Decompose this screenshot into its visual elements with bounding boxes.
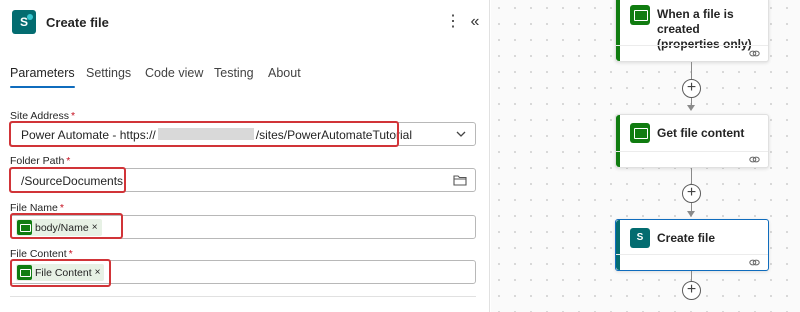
link-icon (749, 50, 760, 57)
flow-card-trigger[interactable]: When a file is created (properties only) (615, 0, 769, 62)
site-address-value: Power Automate - https:///sites/PowerAut… (21, 128, 413, 142)
folder-path-label: Folder Path * (10, 155, 71, 167)
folder-path-input[interactable]: /SourceDocuments (10, 168, 476, 192)
file-content-label: File Content * (10, 248, 73, 260)
add-step-button[interactable]: + (682, 184, 701, 203)
sharepoint-token-icon (17, 265, 32, 280)
token-label: body/Name (35, 221, 89, 234)
sharepoint-action-icon (630, 123, 650, 143)
tab-testing[interactable]: Testing (214, 64, 254, 88)
flow-card-get-file-content[interactable]: Get file content (615, 114, 769, 168)
tab-settings[interactable]: Settings (86, 64, 131, 88)
redacted-tenant (157, 128, 254, 140)
tab-code-view[interactable]: Code view (145, 64, 203, 88)
card-footer (616, 151, 768, 167)
file-content-input[interactable]: File Content × (10, 260, 476, 284)
site-address-dropdown[interactable]: Power Automate - https:///sites/PowerAut… (10, 122, 476, 146)
card-footer (616, 254, 768, 270)
site-address-label: Site Address * (10, 110, 76, 122)
link-icon (749, 259, 760, 266)
sharepoint-icon: S (12, 10, 36, 34)
flow-canvas[interactable]: When a file is created (properties only)… (491, 0, 800, 312)
dynamic-content-token[interactable]: File Content × (16, 264, 105, 281)
token-remove-icon[interactable]: × (95, 267, 101, 278)
card-title: Get file content (657, 126, 745, 140)
collapse-panel-icon[interactable]: « (467, 12, 483, 32)
tab-parameters[interactable]: Parameters (10, 64, 75, 88)
tab-bar: Parameters Settings Code view Testing Ab… (0, 64, 490, 90)
sharepoint-icon: S (630, 228, 650, 248)
file-name-input[interactable]: body/Name × (10, 215, 476, 239)
add-step-button[interactable]: + (682, 281, 701, 300)
card-footer (616, 45, 768, 61)
sharepoint-trigger-icon (630, 5, 650, 25)
arrow-down-icon (687, 211, 695, 217)
token-remove-icon[interactable]: × (92, 222, 98, 233)
flow-card-create-file[interactable]: S Create file (615, 219, 769, 271)
folder-path-value: /SourceDocuments (21, 174, 124, 188)
folder-icon[interactable] (453, 174, 467, 186)
divider (10, 296, 476, 297)
panel-header: S Create file ⋮ « (0, 0, 490, 46)
more-options-icon[interactable]: ⋮ (445, 12, 461, 32)
panel-title: Create file (46, 15, 109, 30)
dynamic-content-token[interactable]: body/Name × (16, 219, 102, 236)
token-label: File Content (35, 266, 92, 279)
action-settings-panel: S Create file ⋮ « Parameters Settings Co… (0, 0, 490, 312)
link-icon (749, 156, 760, 163)
tab-about[interactable]: About (268, 64, 301, 88)
card-title: Create file (657, 231, 716, 245)
file-name-label: File Name * (10, 202, 64, 214)
arrow-down-icon (687, 105, 695, 111)
add-step-button[interactable]: + (682, 79, 701, 98)
sharepoint-token-icon (17, 220, 32, 235)
chevron-down-icon[interactable] (455, 128, 467, 140)
